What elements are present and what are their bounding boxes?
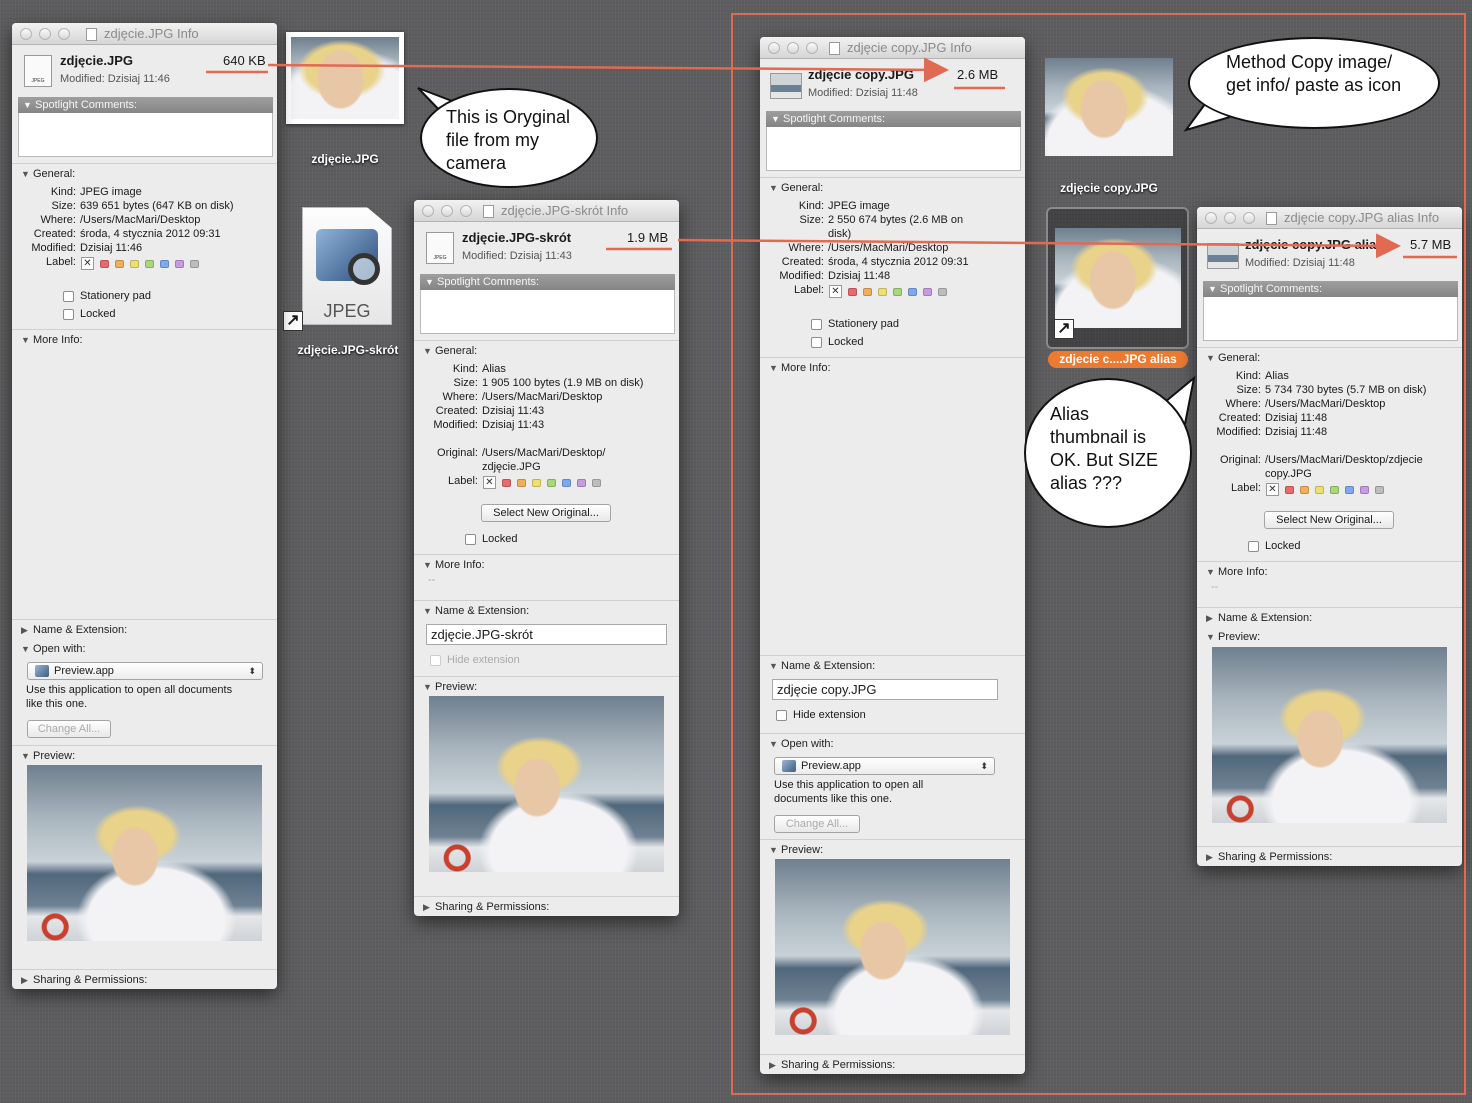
bubble-text: alias ??? <box>1050 473 1123 493</box>
bubble-text: OK. But SIZE <box>1050 450 1159 470</box>
bubble-text: Alias <box>1050 404 1090 424</box>
bubble-text: file from my <box>446 130 540 150</box>
bubble-text: thumbnail is <box>1050 427 1147 447</box>
bubble-text: Method Copy image/ <box>1226 52 1393 72</box>
bubble-text: camera <box>446 153 507 173</box>
bubble-text: get info/ paste as icon <box>1226 75 1402 95</box>
speech-bubble-original: This is Oryginal file from my camera <box>420 88 598 188</box>
bubble-text: This is Oryginal <box>446 107 571 127</box>
speech-bubble-alias-size: Alias thumbnail is OK. But SIZE alias ??… <box>1024 378 1192 528</box>
speech-bubble-tails <box>417 87 1231 425</box>
speech-bubble-method: Method Copy image/ get info/ paste as ic… <box>1188 37 1440 129</box>
